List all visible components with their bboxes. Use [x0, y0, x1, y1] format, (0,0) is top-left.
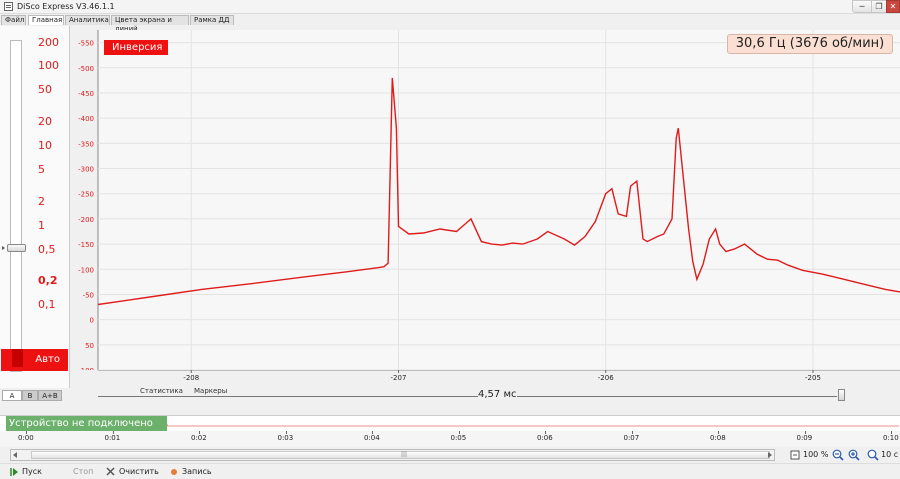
scroll-grip-icon: ||| — [401, 451, 408, 458]
scale-label[interactable]: 2 — [38, 195, 45, 208]
timeline-label: 0:04 — [364, 434, 380, 442]
x-tick-label: -206 — [598, 374, 614, 382]
y-tick-label: -150 — [78, 241, 94, 249]
zoom-in-icon[interactable] — [848, 449, 860, 461]
y-tick-label: -450 — [78, 90, 94, 98]
y-tick-label: -350 — [78, 140, 94, 148]
scale-panel: 200 100 50 20 10 5 2 1 0,5 0,2 0,1 Авто — [0, 26, 70, 388]
scale-label[interactable]: 50 — [38, 83, 52, 96]
channel-tabs: A B A+B — [0, 390, 70, 401]
zoom-percent[interactable]: 100 % — [803, 450, 828, 459]
x-tick-label: -208 — [183, 374, 199, 382]
frequency-readout: 30,6 Гц (3676 об/мин) — [727, 34, 893, 54]
scale-label[interactable]: 5 — [38, 163, 45, 176]
scale-slider-track[interactable] — [10, 40, 22, 372]
tab-file[interactable]: Файл — [1, 15, 26, 25]
x-tick-label: -207 — [391, 374, 407, 382]
time-span-line — [98, 396, 478, 397]
y-tick-label: 50 — [85, 342, 94, 350]
tab-channel-ab[interactable]: A+B — [38, 390, 62, 401]
play-icon[interactable] — [10, 468, 18, 476]
y-tick-label: -200 — [78, 216, 94, 224]
scale-label[interactable]: 1 — [38, 219, 45, 232]
stop-button[interactable]: Стоп — [73, 467, 93, 476]
scale-label[interactable]: 20 — [38, 115, 52, 128]
y-tick-labels: -550-500-450-400-350-300-250-200-150-100… — [78, 40, 94, 370]
tab-colors[interactable]: Цвета экрана и линий — [111, 15, 189, 33]
statistics-tab[interactable]: Статистика — [140, 387, 183, 395]
y-tick-label: -500 — [78, 65, 94, 73]
timeline-label: 0:02 — [191, 434, 207, 442]
time-window-value[interactable]: 10 с — [881, 450, 898, 459]
minimize-button[interactable]: ─ — [852, 0, 872, 13]
y-tick-label: -550 — [78, 40, 94, 48]
record-icon[interactable] — [170, 468, 178, 476]
timeline-label: 0:09 — [796, 434, 813, 442]
start-button[interactable]: Пуск — [22, 467, 42, 476]
scale-slider-thumb[interactable] — [7, 244, 26, 252]
timeline-label: 0:01 — [104, 434, 121, 442]
scale-label[interactable]: 200 — [38, 36, 59, 49]
scale-label[interactable]: 0,5 — [38, 243, 56, 256]
x-tick-label: -205 — [805, 374, 821, 382]
timeline-label: 0:10 — [883, 434, 899, 442]
timeline-label: 0:07 — [623, 434, 640, 442]
zoom-out-icon[interactable] — [832, 449, 844, 461]
tab-analytics[interactable]: Аналитика — [65, 15, 110, 25]
inversion-button[interactable]: Инверсия — [104, 40, 168, 55]
timeline-ruler[interactable]: 0:00 0:01 0:02 0:03 0:04 0:05 0:06 0:07 0:08 0:09… — [0, 431, 900, 447]
tab-frame[interactable]: Рамка ДД — [190, 15, 234, 25]
clear-icon[interactable] — [106, 467, 115, 476]
y-tick-label: -50 — [83, 291, 94, 299]
zoom-time-icon[interactable] — [867, 449, 879, 461]
time-span-line — [517, 396, 837, 397]
y-tick-label: 100 — [81, 367, 94, 370]
record-button[interactable]: Запись — [182, 467, 212, 476]
y-tick-label: -100 — [78, 266, 94, 274]
window-title: DiSco Express V3.46.1.1 — [17, 2, 115, 11]
y-tick-label: -300 — [78, 166, 94, 174]
horizontal-scrollbar[interactable]: ||| — [10, 449, 775, 461]
timeline-label: 0:08 — [710, 434, 726, 442]
scale-label-selected[interactable]: 0,2 — [38, 274, 58, 287]
time-span-label: 4,57 мс — [478, 389, 517, 400]
menu-bar: Файл Главная Аналитика Цвета экрана и ли… — [0, 14, 900, 33]
x-tick-labels: -208 -207 -206 -205 — [183, 370, 821, 382]
tab-main[interactable]: Главная — [28, 15, 64, 25]
clear-button[interactable]: Очистить — [119, 467, 159, 476]
device-status-badge: Устройство не подключено — [6, 416, 167, 432]
timeline-label: 0:05 — [450, 434, 467, 442]
overview-wave-line — [166, 424, 899, 427]
y-tick-label: 0 — [90, 317, 94, 325]
title-bar: DiSco Express V3.46.1.1 ─ ❐ ✕ — [0, 0, 900, 14]
tab-channel-a[interactable]: A — [2, 390, 22, 401]
close-button[interactable]: ✕ — [886, 0, 900, 13]
scale-label[interactable]: 10 — [38, 139, 52, 152]
timeline-label: 0:00 — [18, 434, 34, 442]
time-slider-thumb[interactable] — [838, 389, 845, 401]
control-bar: Пуск Стоп Очистить Запись — [0, 463, 900, 479]
tab-channel-b[interactable]: B — [22, 390, 38, 401]
timeline-label: 0:03 — [277, 434, 294, 442]
maximize-button[interactable]: ❐ — [871, 0, 887, 13]
fit-window-icon[interactable] — [790, 450, 800, 460]
y-tick-label: -400 — [78, 115, 94, 123]
timeline-label: 0:06 — [537, 434, 553, 442]
scale-label[interactable]: 0,1 — [38, 298, 56, 311]
markers-tab[interactable]: Маркеры — [194, 387, 227, 395]
app-menu-icon[interactable] — [4, 2, 13, 11]
scroll-left-icon[interactable] — [13, 452, 17, 458]
y-tick-label: -250 — [78, 191, 94, 199]
auto-scale-button[interactable]: Авто — [1, 349, 68, 371]
scroll-right-icon[interactable] — [768, 452, 772, 458]
oscilloscope-plot[interactable]: -550-500-450-400-350-300-250-200-150-100… — [72, 30, 900, 370]
slider-pointer-icon — [2, 246, 6, 250]
scale-label[interactable]: 100 — [38, 59, 59, 72]
plot-background — [98, 30, 900, 370]
